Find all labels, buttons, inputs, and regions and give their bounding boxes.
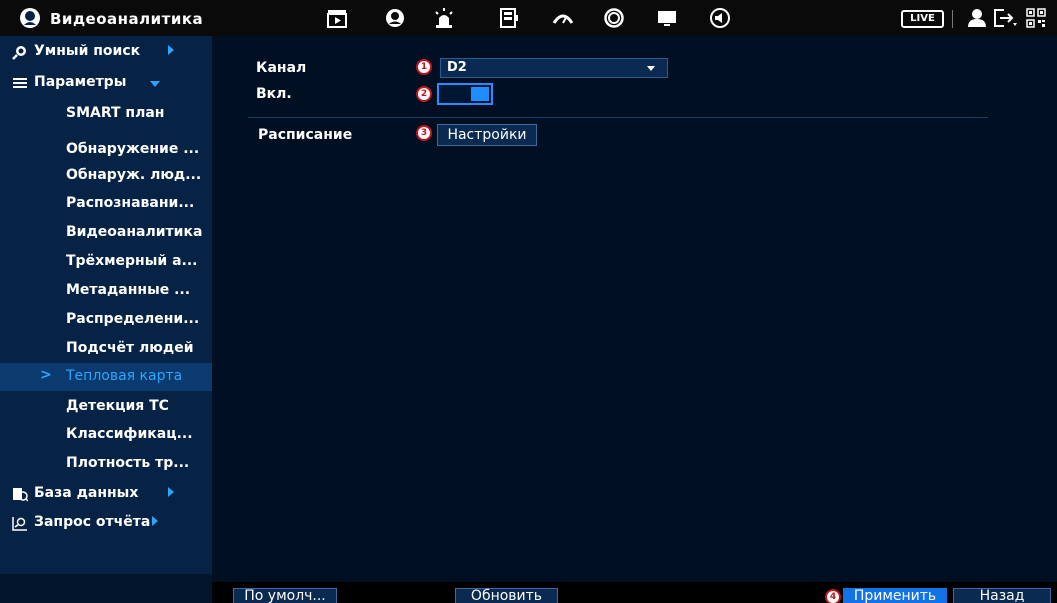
storage-icon[interactable] xyxy=(498,7,520,29)
sidebar-item-label: Плотность тр... xyxy=(66,455,190,471)
sidebar-item-label: Трёхмерный а... xyxy=(66,253,198,269)
network-icon[interactable] xyxy=(552,7,574,29)
schedule-label: Расписание xyxy=(258,127,353,143)
sidebar-item-label: Параметры xyxy=(34,74,127,90)
top-bar: Видеоаналитика LIVE xyxy=(0,0,1057,36)
sidebar-item-parameters[interactable]: Параметры xyxy=(0,69,212,97)
sidebar-item-label: Запрос отчёта xyxy=(34,514,151,530)
toggle-knob xyxy=(471,87,489,101)
channel-label: Канал xyxy=(256,60,307,76)
logout-icon[interactable] xyxy=(992,7,1018,29)
sidebar-subitem[interactable]: Видеоаналитика xyxy=(0,219,212,247)
sidebar-item-label: SMART план xyxy=(66,105,165,121)
sidebar-subitem[interactable]: Подсчёт людей xyxy=(0,335,212,363)
sidebar-item-label: База данных xyxy=(34,485,139,501)
user-icon[interactable] xyxy=(966,7,988,29)
chevron-down-icon xyxy=(150,81,160,87)
sidebar-subitem[interactable]: Распознавани... xyxy=(0,190,212,218)
main-panel xyxy=(212,36,1057,603)
sidebar-subitem[interactable]: Классификац... xyxy=(0,421,212,449)
sidebar-item-label: Тепловая карта xyxy=(66,368,183,384)
toolbar-divider xyxy=(952,10,953,28)
audio-icon[interactable] xyxy=(709,7,731,29)
database-icon xyxy=(13,488,28,502)
sidebar-item-label: Распознавани... xyxy=(66,195,195,211)
sidebar-subitem[interactable]: Детекция ТС xyxy=(0,393,212,421)
apply-button[interactable]: Применить xyxy=(843,588,947,603)
sidebar-item-label: Распределени... xyxy=(66,311,200,327)
display-icon[interactable] xyxy=(656,7,678,29)
sidebar-item-report[interactable]: Запрос отчёта xyxy=(0,509,212,537)
sidebar-item-label: Подсчёт людей xyxy=(66,340,194,356)
channel-value: D2 xyxy=(447,60,467,75)
qr-code-icon[interactable] xyxy=(1025,7,1047,29)
enable-toggle[interactable] xyxy=(437,83,493,105)
sidebar-subitem[interactable]: SMART план xyxy=(0,100,212,128)
chevron-right-icon xyxy=(168,45,174,55)
sidebar-item-smart-search[interactable]: Умный поиск xyxy=(0,38,212,66)
sidebar-subitem[interactable]: Обнаружение ... xyxy=(0,136,212,164)
sidebar-item-label: Видеоаналитика xyxy=(66,224,203,240)
ai-face-icon[interactable] xyxy=(384,7,406,29)
sidebar-item-database[interactable]: База данных xyxy=(0,480,212,508)
refresh-button[interactable]: Обновить xyxy=(455,588,558,603)
report-icon xyxy=(12,517,27,531)
ai-face-icon xyxy=(20,8,40,28)
sidebar-subitem[interactable]: Метаданные ... xyxy=(0,277,212,305)
live-button[interactable]: LIVE xyxy=(901,10,944,28)
chevron-down-icon xyxy=(647,66,655,71)
sidebar-item-label: Умный поиск xyxy=(34,43,141,59)
sync-icon[interactable] xyxy=(603,7,625,29)
sidebar-subitem[interactable]: Распределени... xyxy=(0,306,212,334)
sidebar-subitem[interactable]: Обнаруж. люд... xyxy=(0,162,212,190)
enable-label: Вкл. xyxy=(256,86,292,102)
list-icon xyxy=(13,78,27,88)
callout-badge: 4 xyxy=(825,589,841,603)
chevron-right-icon xyxy=(152,516,158,526)
schedule-settings-button[interactable]: Настройки xyxy=(437,124,537,146)
sidebar-footer xyxy=(0,574,212,603)
sidebar-subitem-active[interactable]: > Тепловая карта xyxy=(0,363,212,391)
channel-select[interactable]: D2 xyxy=(440,58,668,78)
sidebar-subitem[interactable]: Плотность тр... xyxy=(0,450,212,478)
playback-icon[interactable] xyxy=(326,7,348,29)
callout-badge: 2 xyxy=(416,86,432,102)
sidebar-item-label: Детекция ТС xyxy=(66,398,169,414)
sidebar-subitem[interactable]: Трёхмерный а... xyxy=(0,248,212,276)
active-indicator: > xyxy=(40,367,52,383)
callout-badge: 1 xyxy=(416,59,432,75)
smart-search-icon xyxy=(12,46,26,60)
chevron-right-icon xyxy=(168,487,174,497)
alarm-icon[interactable] xyxy=(433,7,455,29)
default-button[interactable]: По умолч... xyxy=(233,588,337,603)
back-button[interactable]: Назад xyxy=(953,588,1051,603)
section-divider xyxy=(248,117,988,118)
sidebar-item-label: Обнаруж. люд... xyxy=(66,167,202,183)
sidebar-item-label: Классификац... xyxy=(66,426,193,442)
sidebar-item-label: Метаданные ... xyxy=(66,282,191,298)
sidebar-item-label: Обнаружение ... xyxy=(66,141,200,157)
app-title: Видеоаналитика xyxy=(50,10,204,28)
callout-badge: 3 xyxy=(416,125,432,141)
